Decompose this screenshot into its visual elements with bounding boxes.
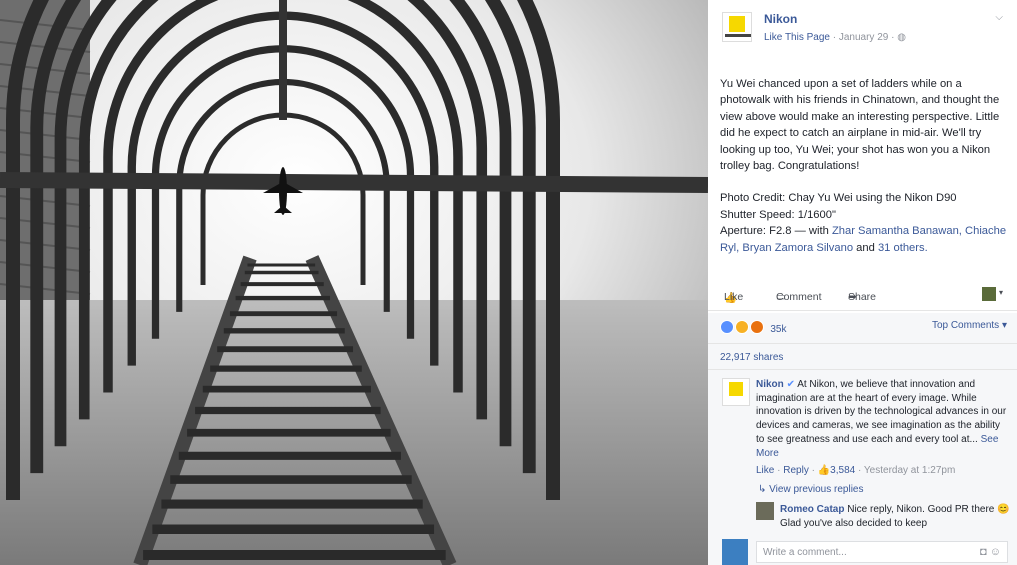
post-photo[interactable] xyxy=(0,0,708,565)
post-header: Nikon Like This Page · January 29 · ◍ ⌵ xyxy=(708,0,1017,60)
haha-reaction-icon xyxy=(734,320,749,334)
others-link[interactable]: 31 others. xyxy=(878,242,928,254)
globe-icon: ◍ xyxy=(897,32,906,43)
aperture: Aperture: F2.8 xyxy=(720,225,792,238)
post-actions: 👍 Like ▭ Comment ➦ Share ▾ xyxy=(720,287,1010,305)
verified-icon: ✔ xyxy=(786,379,795,390)
current-user-avatar xyxy=(722,539,748,565)
reply-author[interactable]: Romeo Catap xyxy=(780,504,844,515)
wow-reaction-icon xyxy=(749,320,764,334)
caret-down-icon: ▾ xyxy=(1001,320,1007,331)
shares-count[interactable]: 22,917 shares xyxy=(720,352,783,363)
reactions-summary[interactable]: 35k xyxy=(720,320,786,335)
comment-placeholder: Write a comment... xyxy=(763,547,847,558)
sticker-icon[interactable]: ☺ xyxy=(990,546,1001,558)
aperture-line: Aperture: F2.8 — with Zhar Samantha Bana… xyxy=(720,223,1010,256)
page-avatar[interactable] xyxy=(722,12,752,42)
reaction-count: 35k xyxy=(770,324,787,335)
view-previous-label: View previous replies xyxy=(769,484,864,495)
divider xyxy=(708,369,1017,370)
page-name-link[interactable]: Nikon xyxy=(764,12,797,26)
post-date[interactable]: January 29 xyxy=(839,32,888,43)
divider xyxy=(708,310,1017,311)
top-comments-dropdown[interactable]: Top Comments ▾ xyxy=(932,320,1007,331)
thumbs-up-icon: 👍 xyxy=(817,465,831,476)
comment-time[interactable]: Yesterday at 1:27pm xyxy=(864,465,955,476)
ladder-airplane-photo xyxy=(0,0,708,565)
comment-input[interactable]: Write a comment... ◘ ☺ xyxy=(756,541,1008,563)
post-text: Yu Wei chanced upon a set of ladders whi… xyxy=(720,76,1010,256)
comment-like-link[interactable]: Like xyxy=(756,465,774,476)
comment-likes[interactable]: 👍3,584 xyxy=(818,465,855,476)
post-caption: Yu Wei chanced upon a set of ladders whi… xyxy=(720,78,1000,173)
comment-body: Nikon ✔ At Nikon, we believe that innova… xyxy=(756,378,1008,460)
viewer-avatar[interactable] xyxy=(982,287,996,301)
reply-arrow-icon: ↳ xyxy=(758,484,767,495)
camera-icon[interactable]: ◘ xyxy=(980,546,987,558)
comment-label: Comment xyxy=(776,291,822,303)
top-comments-label: Top Comments xyxy=(931,320,1000,331)
like-label: Like xyxy=(724,291,744,303)
like-page-link[interactable]: Like This Page xyxy=(764,32,830,43)
and-text: and xyxy=(856,241,875,254)
comment-author[interactable]: Nikon xyxy=(756,379,784,390)
post-meta: Like This Page · January 29 · ◍ xyxy=(764,32,906,43)
divider xyxy=(708,343,1017,344)
with-text: — with xyxy=(794,225,829,238)
comment-reply-link[interactable]: Reply xyxy=(783,465,809,476)
cage-rail xyxy=(0,172,708,193)
chevron-down-icon[interactable]: ⌵ xyxy=(995,12,1003,23)
comment-likes-count: 3,584 xyxy=(830,465,856,476)
like-reaction-icon xyxy=(720,320,734,334)
post-sidebar: Nikon Like This Page · January 29 · ◍ ⌵ … xyxy=(708,0,1017,565)
view-previous-replies[interactable]: ↳ View previous replies xyxy=(758,484,863,495)
reply-author-avatar[interactable] xyxy=(756,502,774,520)
share-label: Share xyxy=(848,291,877,303)
reply-body: Romeo Catap Nice reply, Nikon. Good PR t… xyxy=(780,503,1010,530)
photo-credit: Photo Credit: Chay Yu Wei using the Niko… xyxy=(720,192,957,205)
shutter-speed: Shutter Speed: 1/1600" xyxy=(720,208,836,221)
comment-meta: Like · Reply · 👍3,584 · Yesterday at 1:2… xyxy=(756,465,956,476)
audience-chevron-icon[interactable]: ▾ xyxy=(999,288,1003,297)
comment-author-avatar[interactable] xyxy=(722,378,750,406)
